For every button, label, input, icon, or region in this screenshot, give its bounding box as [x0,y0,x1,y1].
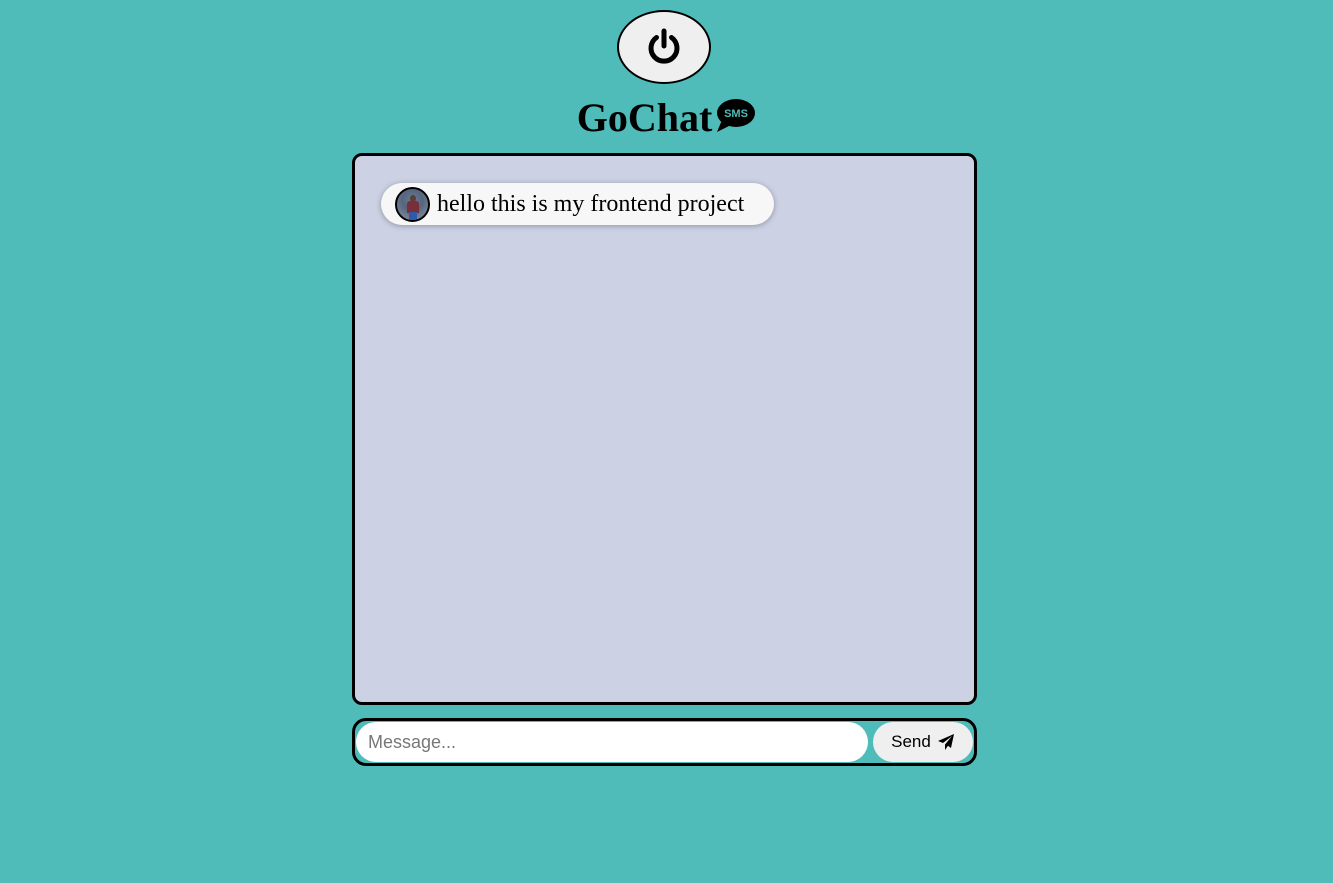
message-text: hello this is my frontend project [437,190,745,217]
app-title: GoChat [576,95,713,140]
power-button[interactable] [617,10,711,84]
sms-chat-bubble-icon: SMS [717,99,756,132]
send-button-label: Send [891,732,931,751]
power-icon [648,28,680,64]
send-button[interactable]: Send [873,722,973,762]
user-avatar [395,186,430,222]
message-composer: Send [352,718,977,766]
message-input[interactable] [356,722,868,762]
sms-badge-text: SMS [724,108,748,120]
paper-plane-icon [937,734,954,750]
header: GoChat SMS [0,96,1333,140]
chat-window[interactable]: hello this is my frontend project [352,153,977,705]
chat-message: hello this is my frontend project [381,183,775,225]
